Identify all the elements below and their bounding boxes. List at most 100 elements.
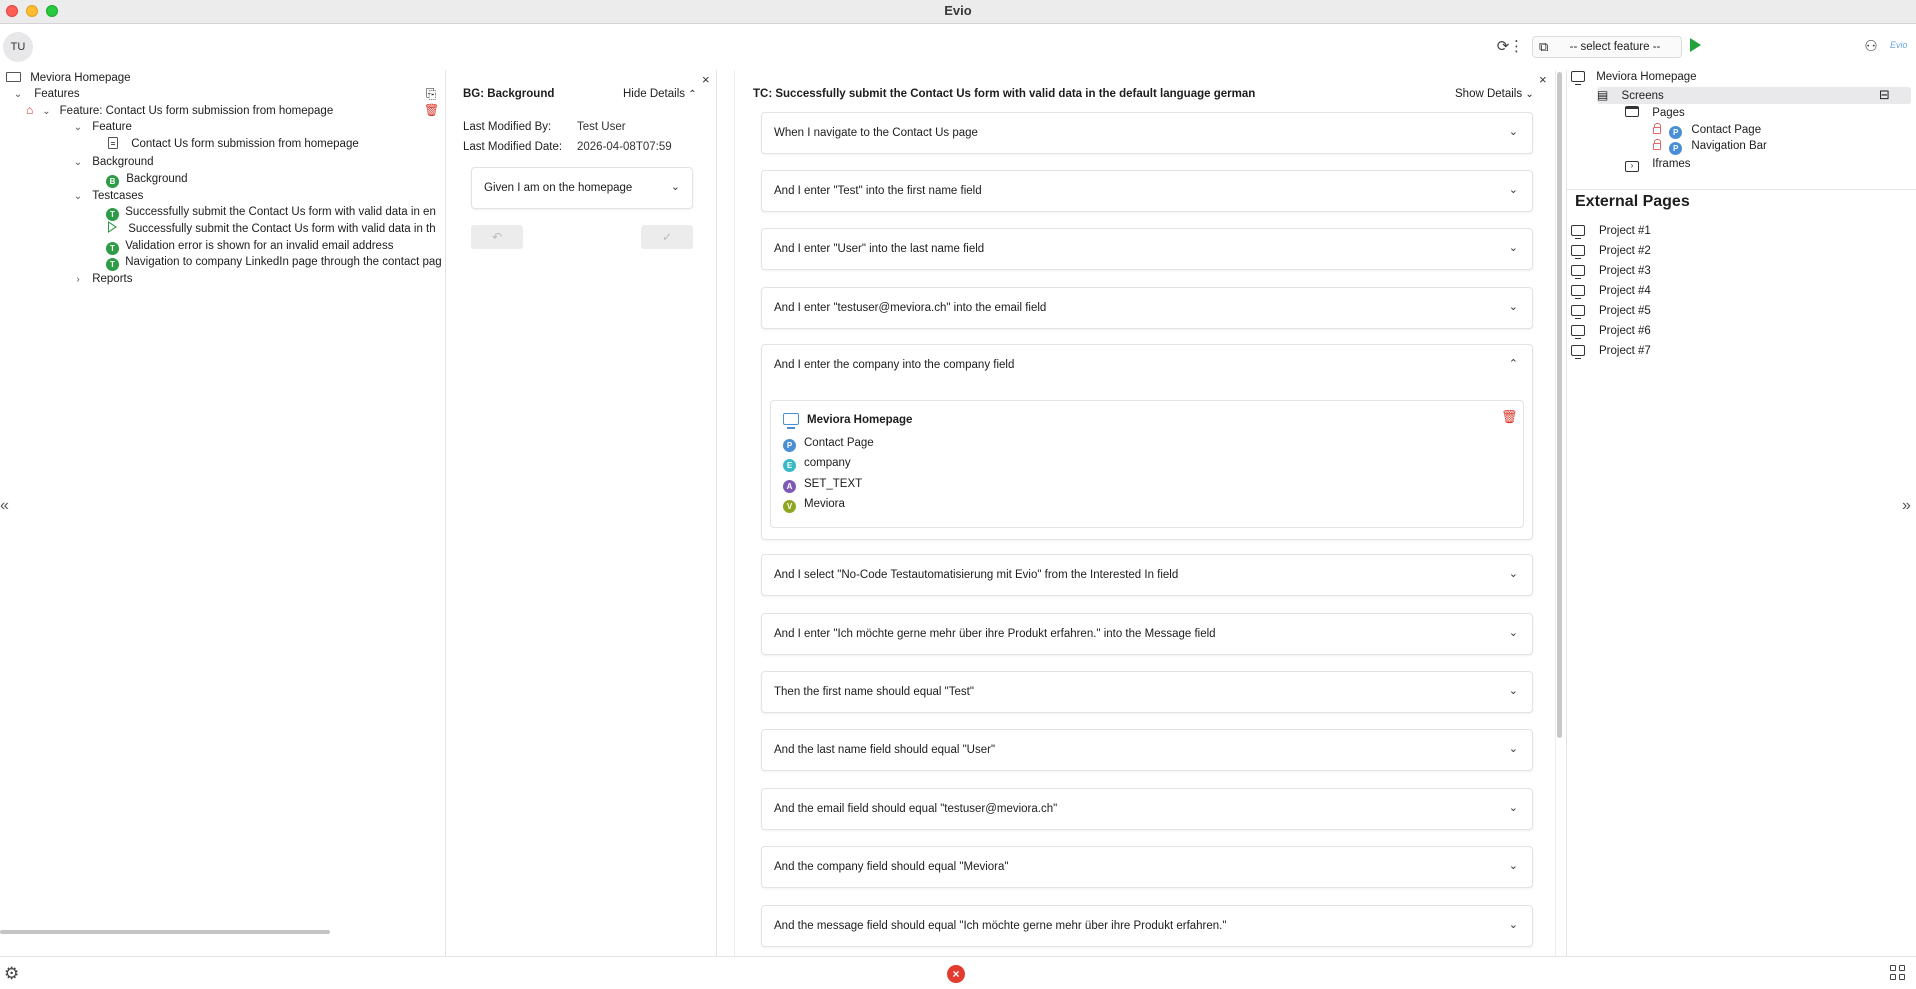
step-card[interactable]: And the company field should equal "Mevi… — [761, 846, 1533, 888]
chevron-down-icon[interactable]: ⌄ — [1509, 300, 1518, 313]
chevron-down-icon[interactable]: ⌄ — [1509, 125, 1518, 138]
add-feature-file-icon[interactable]: ⎘ — [426, 86, 436, 102]
screens-panel: Meviora Homepage ▤ Screens ⊟ Pages P Con… — [1566, 70, 1916, 956]
given-step-card[interactable]: Given I am on the homepage ⌄ — [471, 167, 693, 209]
tree-horizontal-scrollbar[interactable] — [0, 930, 330, 934]
tree-background-item[interactable]: B Background — [106, 171, 188, 188]
step-card-expanded[interactable]: And I enter the company into the company… — [761, 344, 1533, 540]
chevron-down-icon[interactable]: ⌄ — [1509, 684, 1518, 697]
element-badge-icon: E — [783, 459, 796, 472]
more-options-icon[interactable]: ⋮ — [1509, 37, 1524, 57]
monitor-icon — [1571, 265, 1585, 279]
monitor-icon — [783, 413, 799, 429]
tree-testcase-active[interactable]: Successfully submit the Contact Us form … — [108, 221, 436, 237]
chevron-down-icon[interactable]: ⌄ — [12, 87, 24, 103]
page-item[interactable]: P Navigation Bar — [1653, 139, 1767, 155]
testcase-title: TC: Successfully submit the Contact Us f… — [753, 88, 1256, 100]
tree-feature-group-label: Feature — [92, 121, 132, 133]
last-modified-date-label: Last Modified Date: — [463, 141, 563, 153]
run-play-icon[interactable] — [1690, 38, 1701, 52]
project-item[interactable]: Project #4 — [1571, 285, 1651, 299]
collapse-left-icon[interactable]: « — [0, 497, 9, 515]
chevron-down-icon[interactable]: ⌄ — [1509, 859, 1518, 872]
tree-testcase[interactable]: T Validation error is shown for an inval… — [106, 238, 393, 255]
tree-testcase-label: Navigation to company LinkedIn page thro… — [125, 256, 442, 268]
chevron-down-icon[interactable]: ⌄ — [1509, 241, 1518, 254]
delete-feature-trash-icon[interactable]: 🗑 — [424, 102, 439, 118]
project-item[interactable]: Project #5 — [1571, 305, 1651, 319]
undo-button[interactable]: ↶ — [471, 225, 523, 249]
chevron-down-icon[interactable]: ⌄ — [72, 189, 84, 205]
detail-screen-label: Meviora Homepage — [807, 414, 913, 426]
project-label: Project #6 — [1599, 325, 1651, 337]
add-screen-icon[interactable]: ⊟ — [1879, 87, 1890, 103]
step-card[interactable]: And I enter "User" into the last name fi… — [761, 228, 1533, 270]
file-icon — [108, 137, 118, 149]
chevron-down-icon[interactable]: ⌄ — [1509, 567, 1518, 580]
screens-root[interactable]: Meviora Homepage — [1571, 71, 1697, 85]
screens-label: Screens — [1621, 90, 1664, 102]
tree-root[interactable]: Meviora Homepage — [6, 70, 131, 86]
chevron-down-icon[interactable]: ⌄ — [1509, 626, 1518, 639]
step-card[interactable]: And the last name field should equal "Us… — [761, 729, 1533, 771]
page-item[interactable]: P Contact Page — [1653, 123, 1761, 139]
screens-node[interactable]: ▤ Screens — [1597, 88, 1664, 102]
chevron-down-icon[interactable]: ⌄ — [1509, 801, 1518, 814]
grid-layout-icon[interactable] — [1890, 965, 1906, 981]
tree-feature-file[interactable]: Contact Us form submission from homepage — [108, 136, 359, 152]
close-background-panel-icon[interactable]: × — [702, 72, 710, 87]
user-avatar[interactable]: TU — [3, 32, 33, 62]
chevron-down-icon[interactable]: ⌄ — [1509, 918, 1518, 931]
gear-icon[interactable]: ⚙ — [4, 964, 19, 984]
project-item[interactable]: Project #3 — [1571, 265, 1651, 279]
tree-testcases-group[interactable]: ⌄ Testcases — [72, 188, 144, 205]
project-item[interactable]: Project #6 — [1571, 325, 1651, 339]
step-card[interactable]: And I select "No-Code Testautomatisierun… — [761, 554, 1533, 596]
screens-root-label: Meviora Homepage — [1596, 71, 1697, 83]
project-item[interactable]: Project #2 — [1571, 245, 1651, 259]
tree-features[interactable]: ⌄ Features — [12, 86, 80, 102]
tree-background-group[interactable]: ⌄ Background — [72, 154, 154, 170]
tree-feature-node[interactable]: ⌂ ⌄ Feature: Contact Us form submission … — [26, 102, 333, 118]
feature-select[interactable]: ⧉ -- select feature -- — [1532, 36, 1682, 58]
monitor-icon — [1571, 285, 1585, 299]
project-item[interactable]: Project #1 — [1571, 225, 1651, 239]
chevron-up-icon[interactable]: ⌃ — [1509, 357, 1518, 370]
project-label: Project #1 — [1599, 225, 1651, 237]
chevron-down-icon[interactable]: ⌄ — [1509, 742, 1518, 755]
last-modified-date-row: Last Modified Date: 2026-04-08T07:59 — [463, 141, 672, 153]
show-details-toggle[interactable]: Show Details ⌄ — [1455, 88, 1534, 100]
step-card[interactable]: And I enter "testuser@meviora.ch" into t… — [761, 287, 1533, 329]
delete-step-trash-icon[interactable]: 🗑 — [1501, 409, 1518, 424]
tree-testcase[interactable]: T Successfully submit the Contact Us for… — [106, 204, 436, 221]
project-label: Project #4 — [1599, 285, 1651, 297]
confirm-button[interactable]: ✓ — [641, 225, 693, 249]
step-card[interactable]: And the message field should equal "Ich … — [761, 905, 1533, 947]
pages-node[interactable]: Pages — [1625, 106, 1685, 119]
chevron-down-icon[interactable]: ⌄ — [72, 120, 84, 136]
close-testcase-panel-icon[interactable]: × — [1539, 72, 1547, 87]
tree-testcase[interactable]: T Navigation to company LinkedIn page th… — [106, 254, 442, 271]
chevron-down-icon[interactable]: ⌄ — [40, 104, 52, 120]
step-card[interactable]: When I navigate to the Contact Us page ⌄ — [761, 112, 1533, 154]
chevron-down-icon[interactable]: ⌄ — [671, 180, 680, 193]
page-item-label: Contact Page — [1691, 124, 1762, 136]
step-card[interactable]: And I enter "Ich möchte gerne mehr über … — [761, 613, 1533, 655]
collapse-right-icon[interactable]: » — [1902, 497, 1911, 515]
add-user-icon[interactable]: ⚇ — [1861, 37, 1881, 57]
project-item[interactable]: Project #7 — [1571, 345, 1651, 359]
step-card[interactable]: And the email field should equal "testus… — [761, 788, 1533, 830]
tree-feature-group[interactable]: ⌄ Feature — [72, 119, 132, 135]
step-card[interactable]: Then the first name should equal "Test" ⌄ — [761, 671, 1533, 713]
hide-details-toggle[interactable]: Hide Details ⌃ — [623, 88, 697, 100]
steps-vertical-scrollbar[interactable] — [1557, 72, 1562, 738]
chevron-down-icon[interactable]: ⌄ — [72, 155, 84, 171]
screens-icon: ▤ — [1597, 88, 1609, 102]
tree-reports[interactable]: › Reports — [72, 271, 132, 287]
iframes-node[interactable]: › Iframes — [1625, 158, 1691, 172]
chevron-down-icon[interactable]: ⌄ — [1509, 183, 1518, 196]
step-card[interactable]: And I enter "Test" into the first name f… — [761, 170, 1533, 212]
error-status-icon[interactable]: × — [947, 965, 965, 983]
chevron-right-icon[interactable]: › — [72, 272, 84, 288]
testcase-badge-icon: T — [106, 258, 119, 271]
